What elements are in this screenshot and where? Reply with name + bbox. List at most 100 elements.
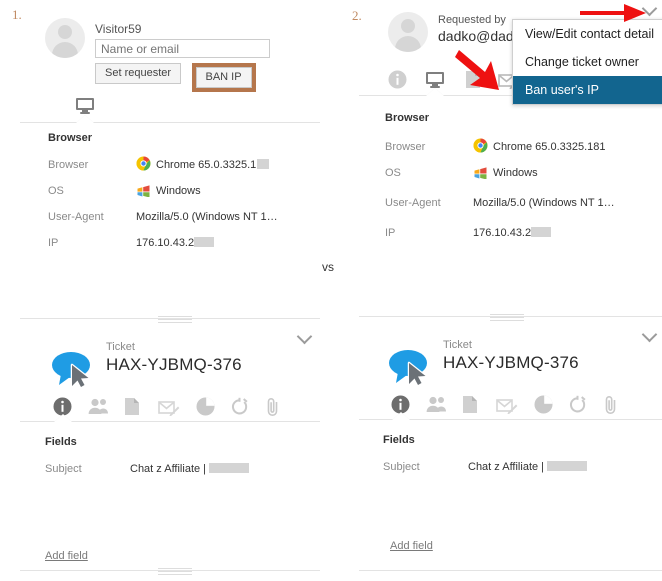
tab-divider [20, 122, 320, 123]
timer-icon[interactable] [230, 397, 249, 416]
fields-title: Fields [383, 434, 415, 446]
detail-value-text: Chrome 65.0.3325.1 [156, 159, 257, 171]
paperclip-icon[interactable] [604, 395, 618, 414]
detail-row-useragent: User-Agent Mozilla/5.0 (Windows NT 1… [385, 193, 660, 223]
detail-label: IP [48, 237, 59, 249]
chat-bubble-icon [50, 348, 94, 388]
redaction-block [209, 463, 250, 473]
vs-label: vs [322, 260, 334, 274]
menu-item-change-ticket-owner[interactable]: Change ticket owner [513, 48, 662, 76]
avatar [45, 18, 85, 58]
avatar-body [52, 42, 78, 58]
field-row-subject: Subject Chat z Affiliate | [383, 457, 662, 483]
timer-icon[interactable] [568, 395, 587, 414]
bottom-resize-grip[interactable] [158, 568, 192, 577]
fields-title: Fields [45, 436, 77, 448]
context-menu[interactable]: View/Edit contact detail Change ticket o… [512, 19, 662, 105]
browser-section-right: Browser Browser Chrome 65.0.3325.181 OS … [385, 112, 660, 253]
step-number-two: 2. [352, 8, 362, 23]
monitor-icon[interactable] [75, 97, 95, 115]
visitor-name: Visitor59 [95, 22, 142, 36]
detail-value: Chrome 65.0.3325.1 [156, 159, 270, 171]
people-icon[interactable] [426, 396, 447, 413]
tab-active-notch [426, 88, 444, 96]
annotation-arrow-top [580, 4, 646, 22]
detail-value: Mozilla/5.0 (Windows NT 1… [136, 211, 278, 223]
ticket-id: HAX-YJBMQ-376 [106, 355, 242, 374]
detail-row-browser: Browser Chrome 65.0.3325.1 [48, 155, 323, 181]
chrome-icon [136, 156, 151, 171]
paperclip-icon[interactable] [266, 397, 280, 416]
ticket-fields-right: Fields Subject Chat z Affiliate | [383, 434, 662, 483]
detail-label: User-Agent [385, 197, 441, 209]
step-number-one: 1. [12, 7, 22, 22]
ban-ip-highlight: BAN IP [191, 63, 256, 92]
tab-active-notch [76, 115, 94, 123]
field-label: Subject [383, 461, 420, 473]
browser-section-title: Browser [385, 112, 430, 124]
detail-row-os: OS Windows [48, 181, 323, 207]
field-label: Subject [45, 463, 82, 475]
browser-section-left: Browser Browser Chrome 65.0.3325.1 OS Wi… [48, 132, 323, 259]
detail-label: OS [385, 167, 401, 179]
menu-item-view-edit-contact[interactable]: View/Edit contact detail [513, 20, 662, 48]
ticket-tab-active-notch [392, 412, 410, 420]
detail-value-text: 176.10.43.2 [473, 227, 532, 239]
envelope-edit-icon[interactable] [496, 398, 518, 414]
detail-value: Windows [493, 167, 538, 179]
pie-chart-icon[interactable] [196, 397, 215, 416]
windows-icon [473, 164, 488, 179]
detail-value: Windows [156, 185, 201, 197]
annotation-arrow-menu [455, 50, 499, 90]
avatar-head [401, 19, 415, 33]
field-value-text: Chat z Affiliate | [130, 463, 207, 475]
pie-chart-icon[interactable] [534, 395, 553, 414]
avatar [388, 12, 428, 52]
ticket-tab-active-notch [54, 414, 72, 422]
field-value: Chat z Affiliate | [468, 461, 588, 473]
name-or-email-input[interactable] [95, 39, 270, 58]
add-field-label: Add field [390, 540, 433, 552]
add-field-link-right[interactable]: Add field [390, 536, 433, 554]
tab-row-left [0, 96, 330, 126]
ticket-tab-row-right [345, 392, 662, 422]
chevron-down-icon[interactable] [298, 329, 312, 343]
resize-grip[interactable] [490, 314, 524, 323]
detail-value: Chrome 65.0.3325.181 [493, 141, 606, 153]
avatar-body [395, 36, 421, 52]
detail-label: User-Agent [48, 211, 104, 223]
chevron-down-icon[interactable] [643, 327, 657, 341]
ticket-fields-left: Fields Subject Chat z Affiliate | [45, 436, 325, 485]
menu-item-ban-users-ip[interactable]: Ban user's IP [513, 76, 662, 104]
detail-label: OS [48, 185, 64, 197]
field-value-text: Chat z Affiliate | [468, 461, 545, 473]
windows-icon [136, 182, 151, 197]
add-field-label: Add field [45, 550, 88, 562]
browser-section-title: Browser [48, 132, 93, 144]
set-requester-button[interactable]: Set requester [95, 63, 182, 84]
detail-row-os: OS Windows [385, 163, 660, 193]
people-icon[interactable] [88, 398, 109, 415]
document-icon[interactable] [462, 395, 478, 414]
requested-by-label: Requested by [438, 14, 506, 26]
ticket-label: Ticket [443, 339, 472, 351]
ticket-id: HAX-YJBMQ-376 [443, 353, 579, 372]
redaction-block [547, 461, 588, 471]
panel-left-before: 1. Visitor59 Set requester BAN IP Browse… [0, 0, 330, 581]
chrome-icon [473, 138, 488, 153]
add-field-link-left[interactable]: Add field [45, 546, 88, 564]
detail-value: 176.10.43.2 [136, 237, 215, 249]
detail-row-useragent: User-Agent Mozilla/5.0 (Windows NT 1… [48, 207, 323, 233]
bottom-divider [359, 570, 662, 571]
document-icon[interactable] [124, 397, 140, 416]
avatar-head [58, 25, 72, 39]
ticket-tab-row-left [0, 394, 330, 424]
resize-grip[interactable] [158, 316, 192, 325]
ban-ip-button[interactable]: BAN IP [195, 67, 252, 88]
monitor-icon[interactable] [425, 71, 445, 89]
envelope-edit-icon[interactable] [158, 400, 180, 416]
info-icon[interactable] [388, 70, 407, 89]
detail-row-browser: Browser Chrome 65.0.3325.181 [385, 137, 660, 163]
detail-row-ip: IP 176.10.43.2 [48, 233, 323, 259]
detail-value: Mozilla/5.0 (Windows NT 1… [473, 197, 615, 209]
